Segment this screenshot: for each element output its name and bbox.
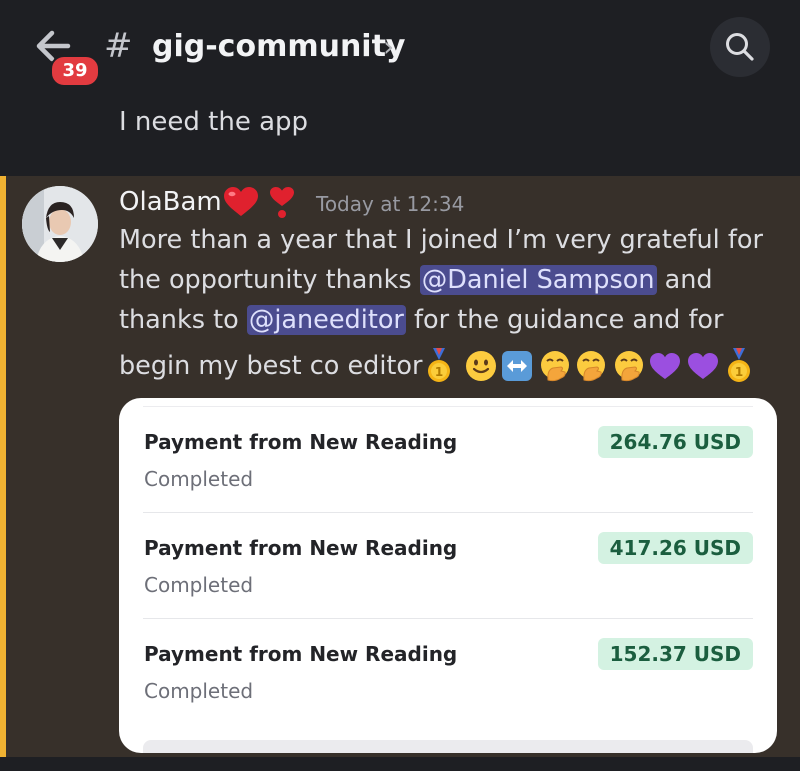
avatar-image	[22, 186, 98, 262]
unread-badge: 39	[50, 55, 100, 87]
author-name[interactable]: OlaBam	[119, 184, 222, 220]
svg-text:1: 1	[735, 365, 743, 379]
highlight-bar	[0, 176, 6, 771]
message-text: thanks to	[119, 305, 247, 335]
message-timestamp: Today at 12:34	[316, 192, 465, 216]
bottom-strip	[0, 757, 800, 771]
hand-over-mouth-icon	[541, 351, 569, 382]
mention-daniel-sampson[interactable]: @Daniel Sampson	[419, 265, 657, 295]
highlighted-message: OlaBam Today at 12:34 More than a year t…	[0, 176, 800, 771]
divider	[143, 512, 753, 513]
channel-header: 39 # gig-community ›	[0, 0, 800, 99]
payment-amount: 264.76 USD	[597, 426, 753, 458]
heart-exclamation-icon	[270, 187, 294, 218]
message-text: More than a year that I joined I’m very …	[119, 225, 763, 255]
payment-row[interactable]: Payment from New Reading Completed 417.2…	[119, 532, 777, 640]
previous-message: I need the app	[0, 98, 800, 176]
chat-screen: 39 # gig-community › I need the app OlaB…	[0, 0, 800, 771]
left-right-arrow-icon	[502, 351, 532, 381]
payment-amount: 417.26 USD	[597, 532, 753, 564]
payment-title: Payment from New Reading	[144, 642, 458, 666]
message-text: for the guidance and for	[405, 305, 724, 335]
payments-embed[interactable]: Payment from New Reading Completed 264.7…	[119, 398, 777, 753]
channel-hash-icon: #	[104, 26, 133, 66]
search-button[interactable]	[710, 17, 770, 77]
slightly-smiling-face-icon	[466, 351, 496, 381]
payment-status: Completed	[144, 467, 254, 491]
payment-row[interactable]: Payment from New Reading Completed 264.7…	[119, 426, 777, 534]
payment-title: Payment from New Reading	[144, 536, 458, 560]
medal-icon: 1	[728, 348, 750, 382]
message-text: and	[656, 265, 713, 295]
payment-status: Completed	[144, 679, 254, 703]
payment-title: Payment from New Reading	[144, 430, 458, 454]
message-line: begin my best co editor	[119, 348, 423, 384]
message-text: begin my best co editor	[119, 351, 423, 381]
payment-row[interactable]: Payment from New Reading Completed 152.3…	[119, 638, 777, 746]
chevron-right-icon[interactable]: ›	[383, 26, 394, 68]
message-text: the opportunity thanks	[119, 265, 420, 295]
red-heart-icon	[224, 187, 258, 216]
payment-amount: 152.37 USD	[597, 638, 753, 670]
search-icon	[726, 33, 754, 61]
svg-text:1: 1	[435, 365, 443, 379]
purple-heart-icon	[650, 353, 680, 379]
mention-janeeditor[interactable]: @janeeditor	[246, 305, 406, 335]
purple-heart-icon	[688, 353, 718, 379]
medal-icon: 1	[428, 348, 450, 382]
avatar[interactable]	[22, 186, 98, 262]
divider	[143, 406, 753, 407]
message-line: thanks to @janeeditor for the guidance a…	[119, 302, 724, 338]
message-line: More than a year that I joined I’m very …	[119, 222, 763, 258]
next-row-placeholder	[143, 740, 753, 753]
payment-status: Completed	[144, 573, 254, 597]
hand-over-mouth-icon	[615, 351, 643, 382]
divider	[143, 618, 753, 619]
channel-name[interactable]: gig-community	[152, 26, 406, 68]
hand-over-mouth-icon	[577, 351, 605, 382]
message-text: I need the app	[119, 107, 309, 137]
message-line: the opportunity thanks @Daniel Sampson a…	[119, 262, 713, 298]
